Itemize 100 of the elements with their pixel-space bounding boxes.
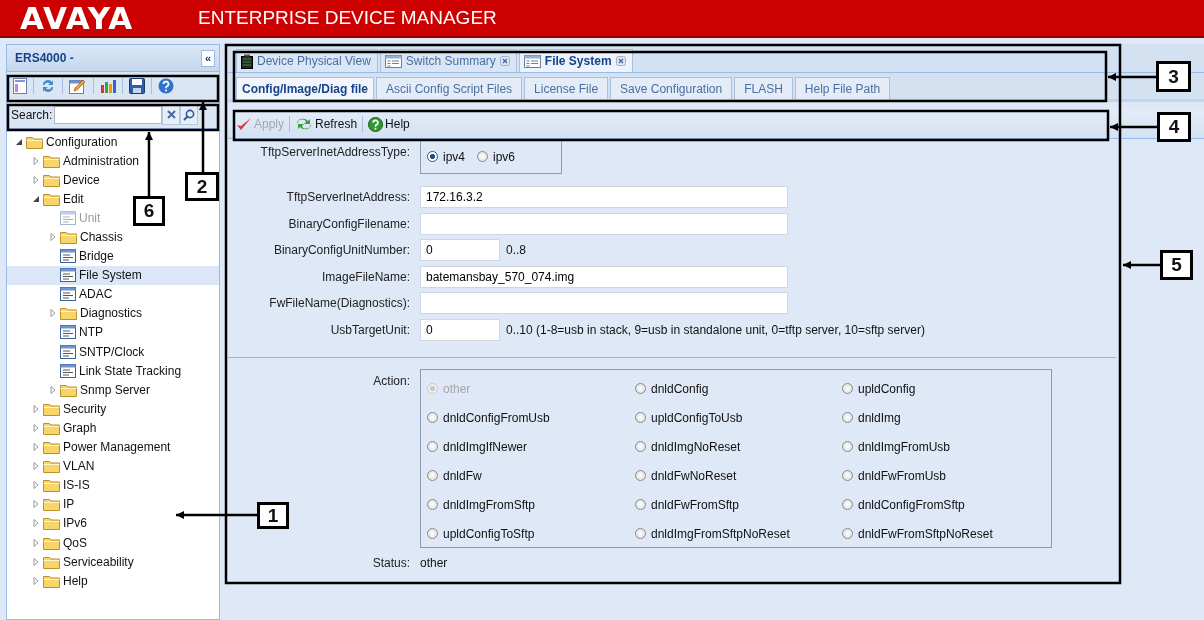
radio-option[interactable]: dnldFwNoReset: [635, 468, 842, 483]
radio-button[interactable]: [635, 499, 646, 510]
tree-item[interactable]: IS-IS: [63, 478, 90, 493]
tab[interactable]: Help File Path: [794, 77, 891, 99]
text-field[interactable]: [420, 212, 788, 235]
collapsed-triangle-icon[interactable]: [49, 309, 57, 318]
expanded-triangle-icon[interactable]: [15, 137, 23, 146]
tree-item[interactable]: Security: [63, 401, 107, 416]
radio-button[interactable]: [635, 383, 646, 394]
toolbar-button[interactable]: Refresh: [295, 117, 358, 131]
collapsed-triangle-icon[interactable]: [32, 538, 40, 547]
radio-option[interactable]: dnldFwFromSftp: [635, 497, 842, 512]
radio-option[interactable]: ipv6: [477, 149, 516, 164]
collapsed-triangle-icon[interactable]: [49, 385, 57, 394]
radio-option[interactable]: dnldImgIfNewer: [427, 439, 635, 454]
collapsed-triangle-icon[interactable]: [32, 576, 40, 585]
tree-item[interactable]: NTP: [79, 325, 103, 340]
number-field[interactable]: 0: [420, 239, 500, 262]
collapse-button[interactable]: «: [200, 49, 215, 67]
radio-button[interactable]: [842, 528, 853, 539]
collapsed-triangle-icon[interactable]: [32, 404, 40, 413]
tree-item[interactable]: Configuration: [46, 134, 118, 149]
radio-option[interactable]: dnldFw: [427, 468, 635, 483]
tab[interactable]: Save Configuration: [610, 77, 733, 99]
radio-option[interactable]: dnldImgFromUsb: [842, 439, 1051, 454]
tab[interactable]: License File: [524, 77, 609, 99]
tab[interactable]: Device Physical View: [236, 49, 378, 72]
collapsed-triangle-icon[interactable]: [32, 156, 40, 165]
close-icon[interactable]: [615, 56, 626, 66]
radio-button[interactable]: [842, 441, 853, 452]
tab[interactable]: Config/Image/Diag file: [236, 77, 374, 99]
tab[interactable]: Ascii Config Script Files: [376, 77, 523, 99]
radio-option[interactable]: dnldFwFromUsb: [842, 468, 1051, 483]
radio-option[interactable]: dnldImg: [842, 410, 1051, 425]
radio-option[interactable]: dnldImgFromSftp: [427, 497, 635, 512]
radio-option[interactable]: dnldFwFromSftpNoReset: [842, 526, 1051, 541]
bar-chart-icon[interactable]: [100, 78, 116, 94]
tree-item[interactable]: QoS: [63, 535, 87, 550]
collapsed-triangle-icon[interactable]: [32, 519, 40, 528]
tree-item[interactable]: Edit: [63, 191, 84, 206]
collapsed-triangle-icon[interactable]: [32, 175, 40, 184]
radio-button[interactable]: [635, 528, 646, 539]
collapsed-triangle-icon[interactable]: [32, 462, 40, 471]
search-button[interactable]: [180, 104, 199, 125]
radio-option[interactable]: upldConfig: [842, 381, 1051, 396]
radio-button[interactable]: [842, 470, 853, 481]
tree-item[interactable]: Link State Tracking: [79, 363, 182, 378]
tab[interactable]: Switch Summary: [379, 49, 517, 72]
collapsed-triangle-icon[interactable]: [32, 423, 40, 432]
text-field[interactable]: [420, 292, 788, 315]
radio-option[interactable]: dnldConfigFromSftp: [842, 497, 1051, 512]
tree-item[interactable]: Graph: [63, 420, 97, 435]
radio-button[interactable]: [842, 499, 853, 510]
radio-button[interactable]: [477, 151, 488, 162]
refresh-icon[interactable]: [40, 78, 56, 94]
tree-item[interactable]: Help: [63, 573, 88, 588]
tree-item[interactable]: Chassis: [80, 230, 123, 244]
form-icon[interactable]: [13, 78, 27, 94]
clear-button[interactable]: [162, 104, 181, 125]
radio-button[interactable]: [427, 412, 438, 423]
radio-button[interactable]: [635, 441, 646, 452]
text-field[interactable]: batemansbay_570_074.img: [420, 265, 788, 288]
tab[interactable]: File System: [518, 49, 633, 72]
radio-button[interactable]: [842, 383, 853, 394]
close-icon[interactable]: [499, 56, 510, 66]
pencil-icon[interactable]: [69, 78, 87, 94]
radio-button[interactable]: [427, 528, 438, 539]
radio-button[interactable]: [427, 441, 438, 452]
tree-item[interactable]: IPv6: [63, 516, 87, 531]
radio-button[interactable]: [427, 499, 438, 510]
collapsed-triangle-icon[interactable]: [32, 443, 40, 452]
radio-option[interactable]: dnldImgNoReset: [635, 439, 842, 454]
tree-item[interactable]: VLAN: [63, 459, 95, 474]
tree-item[interactable]: Diagnostics: [80, 306, 143, 321]
tree-item[interactable]: Power Management: [63, 440, 171, 455]
tree-item[interactable]: ADAC: [79, 287, 113, 302]
radio-button[interactable]: [635, 470, 646, 481]
radio-button[interactable]: [427, 151, 438, 162]
radio-option[interactable]: upldConfigToSftp: [427, 526, 635, 541]
radio-option[interactable]: dnldConfig: [635, 381, 842, 396]
collapsed-triangle-icon[interactable]: [32, 557, 40, 566]
tree-item[interactable]: IP: [63, 497, 75, 512]
tree-item[interactable]: Device: [63, 172, 100, 187]
radio-option[interactable]: upldConfigToUsb: [635, 410, 842, 425]
tree-item[interactable]: Serviceability: [63, 554, 134, 569]
radio-button[interactable]: [842, 412, 853, 423]
help-icon[interactable]: [158, 78, 174, 94]
tree-item[interactable]: Administration: [63, 153, 140, 168]
tree-item[interactable]: Bridge: [79, 249, 114, 264]
radio-option[interactable]: dnldImgFromSftpNoReset: [635, 526, 842, 541]
expanded-triangle-icon[interactable]: [32, 194, 40, 203]
radio-option[interactable]: ipv4: [427, 149, 465, 164]
number-field[interactable]: 0: [420, 318, 500, 341]
radio-button[interactable]: [635, 412, 646, 423]
tree-item[interactable]: SNTP/Clock: [79, 344, 145, 359]
collapsed-triangle-icon[interactable]: [32, 500, 40, 509]
tree-item[interactable]: Snmp Server: [80, 382, 151, 397]
toolbar-button[interactable]: Help: [368, 116, 410, 132]
tab[interactable]: FLASH: [734, 77, 793, 99]
radio-option[interactable]: dnldConfigFromUsb: [427, 410, 635, 425]
